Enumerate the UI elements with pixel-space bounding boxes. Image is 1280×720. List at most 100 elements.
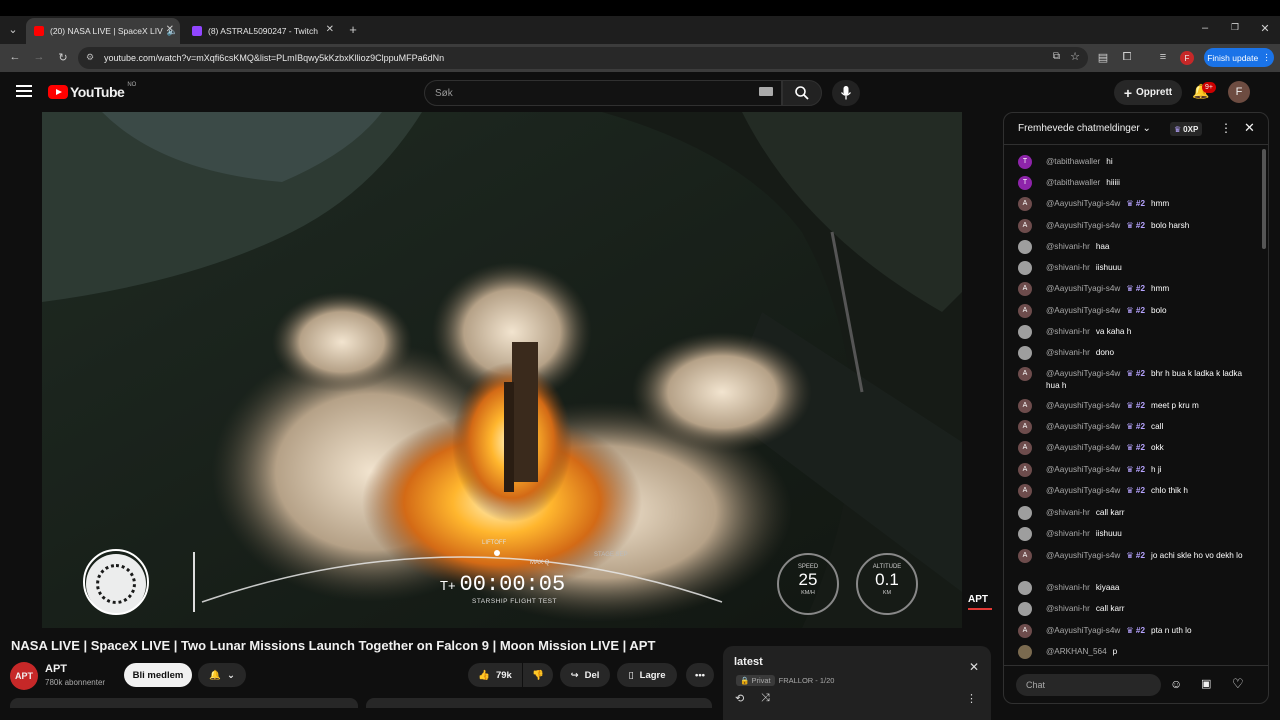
chat-author[interactable]: @shivani-hr <box>1046 348 1090 357</box>
window-close-icon[interactable]: ✕ <box>1258 22 1272 35</box>
chat-avatar[interactable] <box>1018 527 1032 541</box>
chat-author[interactable]: @AayushiTyagi-s4w <box>1046 284 1120 293</box>
puzzle-icon[interactable]: ⧠ <box>1120 51 1134 64</box>
chat-author[interactable]: @AayushiTyagi-s4w <box>1046 422 1120 431</box>
chat-author[interactable]: @ARKHAN_564 <box>1046 647 1107 656</box>
chat-author[interactable]: @AayushiTyagi-s4w <box>1046 626 1120 635</box>
chat-avatar[interactable]: A <box>1018 463 1032 477</box>
chat-avatar[interactable] <box>1018 645 1032 659</box>
chat-author[interactable]: @tabithawaller <box>1046 178 1100 187</box>
tab-youtube[interactable]: (20) NASA LIVE | SpaceX LIV 🔈 ✕ <box>26 18 180 44</box>
address-bar[interactable]: ⚙ youtube.com/watch?v=mXqfi6csKMQ&list=P… <box>78 47 1088 69</box>
shuffle-icon[interactable]: ⤨ <box>761 692 770 705</box>
install-icon[interactable]: ⧉ <box>1053 51 1060 62</box>
chat-author[interactable]: @AayushiTyagi-s4w <box>1046 221 1120 230</box>
description-box[interactable] <box>10 698 358 708</box>
save-button[interactable]: ▯ Lagre <box>617 663 677 687</box>
comments-box[interactable] <box>366 698 712 708</box>
chat-author[interactable]: @shivani-hr <box>1046 604 1090 613</box>
chat-avatar[interactable] <box>1018 325 1032 339</box>
chat-avatar[interactable]: A <box>1018 484 1032 498</box>
chat-author[interactable]: @AayushiTyagi-s4w <box>1046 443 1120 452</box>
chat-avatar[interactable]: A <box>1018 197 1032 211</box>
chat-author[interactable]: @AayushiTyagi-s4w <box>1046 486 1120 495</box>
subscribe-notification-button[interactable]: 🔔 ⌄ <box>198 663 246 687</box>
chat-author[interactable]: @AayushiTyagi-s4w <box>1046 465 1120 474</box>
create-button[interactable]: + Opprett <box>1114 80 1182 105</box>
join-button[interactable]: Bli medlem <box>124 663 192 687</box>
channel-name[interactable]: APT <box>45 663 67 675</box>
chat-author[interactable]: @AayushiTyagi-s4w <box>1046 401 1120 410</box>
reload-icon[interactable]: ↻ <box>56 51 70 64</box>
xp-badge[interactable]: ♛ 0XP <box>1170 122 1203 136</box>
chat-input[interactable]: Chat <box>1016 674 1161 696</box>
chat-avatar[interactable]: A <box>1018 441 1032 455</box>
more-vert-icon[interactable]: ⋮ <box>1220 121 1232 135</box>
new-tab-icon[interactable]: + <box>346 22 360 37</box>
chat-avatar[interactable]: A <box>1018 282 1032 296</box>
video-player[interactable]: LIFTOFF MAX Q STAGE SEP T+ 00:00:05 STAR… <box>42 112 962 628</box>
emoji-icon[interactable]: ☺ <box>1170 677 1182 691</box>
chat-author[interactable]: @shivani-hr <box>1046 508 1090 517</box>
chat-mode-dropdown[interactable]: Fremhevede chatmeldinger ⌄ <box>1018 123 1151 134</box>
chat-scrollbar[interactable] <box>1262 149 1266 249</box>
heart-icon[interactable]: ♡ <box>1232 676 1244 692</box>
chat-avatar[interactable] <box>1018 261 1032 275</box>
maximize-icon[interactable]: ❐ <box>1228 22 1242 33</box>
like-button[interactable]: 👍 79k <box>468 663 522 687</box>
search-input[interactable]: Søk <box>424 80 782 106</box>
chat-avatar[interactable]: A <box>1018 624 1032 638</box>
chat-author[interactable]: @shivani-hr <box>1046 583 1090 592</box>
chat-avatar[interactable]: T <box>1018 155 1032 169</box>
chat-avatar[interactable]: A <box>1018 219 1032 233</box>
channel-avatar[interactable]: APT <box>10 662 38 690</box>
bookmark-star-icon[interactable]: ☆ <box>1070 50 1080 63</box>
more-actions-button[interactable]: ••• <box>686 663 714 687</box>
chat-avatar[interactable] <box>1018 240 1032 254</box>
minimize-icon[interactable]: – <box>1198 22 1212 34</box>
chat-author[interactable]: @shivani-hr <box>1046 263 1090 272</box>
chat-author[interactable]: @shivani-hr <box>1046 529 1090 538</box>
super-chat-icon[interactable]: ▣ <box>1201 677 1211 690</box>
finish-update-button[interactable]: Finish update ⋮ <box>1204 48 1274 67</box>
chat-avatar[interactable]: A <box>1018 420 1032 434</box>
chat-author[interactable]: @tabithawaller <box>1046 157 1100 166</box>
media-icon[interactable]: ≡ <box>1156 51 1170 63</box>
chat-avatar[interactable] <box>1018 602 1032 616</box>
back-icon[interactable]: ← <box>8 51 22 63</box>
voice-search-button[interactable] <box>832 80 860 106</box>
close-icon[interactable]: ✕ <box>1244 120 1255 136</box>
search-button[interactable] <box>782 80 822 106</box>
account-avatar[interactable]: F <box>1228 81 1250 103</box>
chat-author[interactable]: @shivani-hr <box>1046 242 1090 251</box>
chat-avatar[interactable]: T <box>1018 176 1032 190</box>
keyboard-icon[interactable] <box>759 87 773 96</box>
tab-twitch[interactable]: (8) ASTRAL5090247 - Twitch ✕ <box>184 18 340 44</box>
chat-avatar[interactable] <box>1018 581 1032 595</box>
profile-avatar[interactable]: F <box>1180 51 1194 65</box>
chat-avatar[interactable]: A <box>1018 367 1032 381</box>
site-info-icon[interactable]: ⚙ <box>86 52 94 63</box>
share-button[interactable]: ↪ Del <box>560 663 610 687</box>
more-vert-icon[interactable]: ⋮ <box>966 692 977 705</box>
chat-author[interactable]: @AayushiTyagi-s4w <box>1046 369 1120 378</box>
forward-icon[interactable]: → <box>32 51 46 63</box>
close-icon[interactable]: ✕ <box>326 24 334 35</box>
hamburger-menu-icon[interactable] <box>16 85 32 97</box>
chat-author[interactable]: @AayushiTyagi-s4w <box>1046 199 1120 208</box>
chat-avatar[interactable] <box>1018 506 1032 520</box>
chat-avatar[interactable]: A <box>1018 549 1032 563</box>
chat-author[interactable]: @AayushiTyagi-s4w <box>1046 306 1120 315</box>
youtube-logo[interactable]: YouTube NO <box>48 82 136 100</box>
dislike-button[interactable]: 👎 <box>523 663 553 687</box>
chat-author[interactable]: @shivani-hr <box>1046 327 1090 336</box>
chat-avatar[interactable] <box>1018 346 1032 360</box>
chat-avatar[interactable]: A <box>1018 399 1032 413</box>
chat-author[interactable]: @AayushiTyagi-s4w <box>1046 551 1120 560</box>
close-icon[interactable]: ✕ <box>969 660 979 674</box>
extension-icon[interactable]: ▤ <box>1096 51 1110 64</box>
chat-avatar[interactable]: A <box>1018 304 1032 318</box>
close-icon[interactable]: ✕ <box>166 24 174 35</box>
loop-icon[interactable]: ⟲ <box>735 692 744 705</box>
tab-search-icon[interactable]: ⌄ <box>6 23 20 36</box>
